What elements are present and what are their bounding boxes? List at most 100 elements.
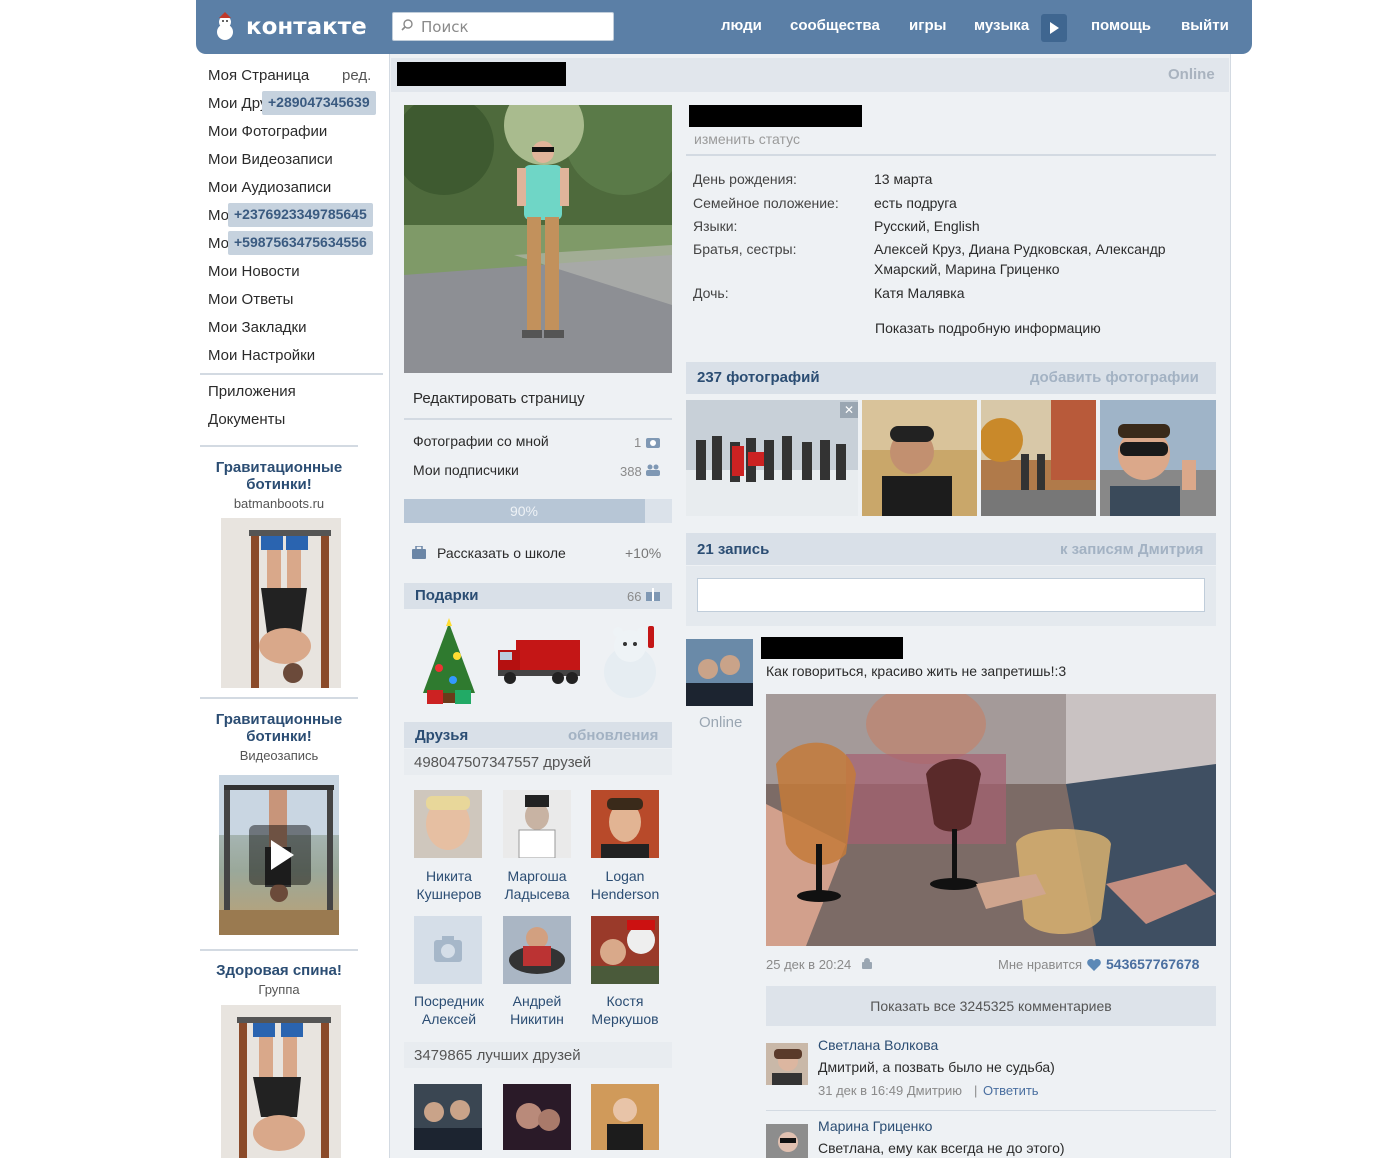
show-comments-label[interactable]: Показать все 3245325 комментариев [766, 998, 1216, 1014]
gift-icon [646, 588, 660, 601]
friends-title[interactable]: Друзья [415, 727, 468, 744]
like-count[interactable]: 543657767678 [1106, 956, 1199, 972]
messages-badge[interactable]: +2376923349785645 [228, 203, 373, 227]
christmas-tree-gift[interactable] [415, 618, 483, 708]
comment-author[interactable]: Светлана Волкова [818, 1037, 938, 1053]
photos-title[interactable]: 237 фотографий [697, 369, 820, 386]
edit-page-link[interactable]: Редактировать страницу [413, 390, 585, 407]
camera-icon [434, 936, 462, 962]
sidebar-item-my-page[interactable]: Моя Страница [208, 67, 309, 84]
change-status-link[interactable]: изменить статус [694, 131, 800, 147]
ad-image[interactable] [221, 1005, 341, 1158]
friend-avatar[interactable] [591, 790, 659, 858]
comment-author[interactable]: Марина Гриценко [818, 1118, 932, 1134]
snowman-logo-icon [210, 12, 240, 42]
coca-cola-truck-gift[interactable] [496, 636, 582, 686]
ad-image[interactable] [221, 518, 341, 688]
nav-people[interactable]: люди [721, 17, 762, 34]
polar-bear-gift[interactable] [598, 622, 666, 702]
to-posts-link[interactable]: к записям Дмитрия [1060, 541, 1203, 558]
comment-meta-separator: | [974, 1083, 978, 1098]
ad-title[interactable]: Гравитационные ботинки! [200, 711, 358, 745]
best-friend-avatar[interactable] [503, 1084, 571, 1150]
info-value-languages[interactable]: Русский, English [874, 218, 980, 234]
sidebar-item-documents[interactable]: Документы [208, 411, 285, 428]
info-value-relationship[interactable]: есть подруга [874, 195, 957, 211]
best-friend-avatar[interactable] [591, 1084, 659, 1150]
ad-title[interactable]: Здоровая спина! [200, 962, 358, 979]
friend-name: Посредник Алексей [414, 993, 484, 1027]
profile-photo[interactable] [404, 105, 672, 373]
music-play-button[interactable] [1041, 14, 1067, 42]
reply-link[interactable]: Ответить [983, 1083, 1039, 1098]
sidebar-item-apps[interactable]: Приложения [208, 383, 296, 400]
info-label-relationship: Семейное положение: [693, 195, 839, 211]
info-value-siblings[interactable]: Алексей Круз, Диана Рудковская, Александ… [874, 241, 1166, 257]
search-icon [401, 19, 413, 31]
ad-source[interactable]: batmanboots.ru [200, 496, 358, 511]
school-link[interactable]: Рассказать о школе [437, 545, 566, 561]
album-photo[interactable] [686, 400, 858, 516]
friend-avatar[interactable] [414, 790, 482, 858]
wall-title[interactable]: 21 запись [697, 541, 769, 558]
subscribers-link[interactable]: Мои подписчики [413, 462, 519, 478]
best-friend-avatar[interactable] [414, 1084, 482, 1150]
gifts-title[interactable]: Подарки [415, 587, 479, 604]
comment-meta[interactable]: 31 дек в 16:49 Дмитрию [818, 1083, 962, 1098]
album-photo[interactable] [1100, 400, 1216, 516]
ad-title[interactable]: Гравитационные ботинки! [200, 459, 358, 493]
close-icon[interactable]: ✕ [840, 402, 858, 418]
search-placeholder: Поиск [421, 18, 469, 36]
best-friends-count[interactable]: 3479865 лучших друзей [414, 1047, 581, 1064]
album-photo[interactable] [862, 400, 977, 516]
sidebar-item-news[interactable]: Мои Новости [208, 263, 300, 280]
users-icon [646, 464, 660, 476]
sidebar-item-settings[interactable]: Мои Настройки [208, 347, 315, 364]
redacted-name [397, 62, 566, 86]
heart-icon[interactable] [1087, 959, 1101, 971]
friends-updates-link[interactable]: обновления [568, 727, 658, 744]
info-value-daughter[interactable]: Катя Малявка [874, 285, 965, 301]
sidebar-edit-link[interactable]: ред. [342, 67, 371, 84]
online-status: Online [1168, 66, 1215, 83]
ad-source[interactable]: Группа [200, 982, 358, 997]
groups-badge[interactable]: +5987563475634556 [228, 231, 373, 255]
nav-music[interactable]: музыка [974, 17, 1029, 34]
sidebar-item-photos[interactable]: Мои Фотографии [208, 123, 327, 140]
friends-badge[interactable]: +289047345639 [262, 91, 376, 115]
add-photos-link[interactable]: добавить фотографии [1030, 369, 1199, 386]
like-label[interactable]: Мне нравится [998, 957, 1082, 972]
sidebar-item-answers[interactable]: Мои Ответы [208, 291, 293, 308]
post-photo[interactable] [766, 694, 1216, 946]
friend-name: Андрей Никитин [510, 993, 564, 1027]
wall-post-input[interactable] [697, 578, 1205, 612]
search-input[interactable]: Поиск [392, 12, 614, 41]
sidebar-item-videos[interactable]: Мои Видеозаписи [208, 151, 333, 168]
friend-avatar[interactable] [503, 916, 571, 984]
comment-avatar[interactable] [766, 1124, 808, 1158]
gifts-count: 66 [627, 589, 642, 604]
sidebar-item-bookmarks[interactable]: Мои Закладки [208, 319, 306, 336]
info-label-siblings: Братья, сестры: [693, 241, 797, 257]
post-text: Как говориться, красиво жить не запретиш… [766, 663, 1067, 679]
post-date[interactable]: 25 дек в 20:24 [766, 957, 851, 972]
info-value-siblings-cont[interactable]: Хмарский, Марина Гриценко [874, 261, 1060, 277]
nav-communities[interactable]: сообщества [790, 17, 880, 34]
logo[interactable]: контакте [210, 9, 367, 45]
friend-avatar[interactable] [591, 916, 659, 984]
friend-avatar[interactable] [503, 790, 571, 858]
ad-source[interactable]: Видеозапись [200, 748, 358, 763]
show-more-info-link[interactable]: Показать подробную информацию [875, 320, 1101, 336]
ad-video-thumbnail[interactable] [219, 775, 339, 935]
comment-avatar[interactable] [766, 1043, 808, 1085]
friends-count[interactable]: 498047507347557 друзей [414, 754, 591, 771]
info-value-birthday[interactable]: 13 марта [874, 171, 932, 187]
album-photo[interactable] [981, 400, 1096, 516]
friend-avatar-placeholder[interactable] [414, 916, 482, 984]
sidebar-item-audio[interactable]: Мои Аудиозаписи [208, 179, 331, 196]
nav-help[interactable]: помощь [1091, 17, 1151, 34]
photos-with-me-link[interactable]: Фотографии со мной [413, 433, 549, 449]
post-author-avatar[interactable] [686, 639, 753, 706]
nav-logout[interactable]: выйти [1181, 17, 1229, 34]
nav-games[interactable]: игры [909, 17, 946, 34]
